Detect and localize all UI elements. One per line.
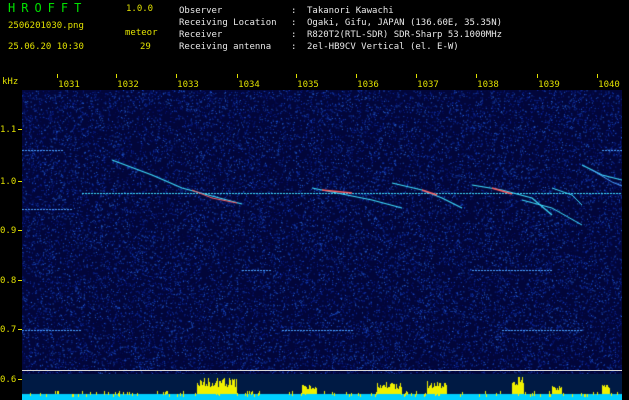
info-row-antenna: Receiving antenna:2el-HB9CV Vertical (el… bbox=[179, 42, 459, 52]
x-tick-label: 1037 bbox=[417, 80, 439, 90]
app-name: HROFFT bbox=[8, 1, 88, 15]
x-axis: 1031 1032 1033 1034 1035 1036 1037 1038 1039 1040 bbox=[22, 74, 622, 90]
y-tick-label: 0.8 bbox=[0, 276, 17, 286]
x-tick-mark bbox=[176, 74, 177, 78]
meteor-label: meteor bbox=[125, 28, 158, 38]
x-tick-mark bbox=[476, 74, 477, 78]
x-tick-mark bbox=[116, 74, 117, 78]
x-tick-label: 1038 bbox=[477, 80, 499, 90]
info-row-receiver: Receiver: R820T2(RTL-SDR) SDR-Sharp 53.10… bbox=[179, 30, 503, 40]
y-tick-label: 0.6 bbox=[0, 375, 17, 385]
x-tick-mark bbox=[416, 74, 417, 78]
x-tick-label: 1035 bbox=[297, 80, 319, 90]
x-tick-label: 1034 bbox=[238, 80, 260, 90]
reference-line bbox=[22, 370, 622, 371]
x-tick-label: 1040 bbox=[598, 80, 620, 90]
app-version: 1.0.0 bbox=[126, 4, 154, 14]
station-info: Observer: Takanori Kawachi Receiving Loca… bbox=[179, 5, 502, 53]
x-tick-mark bbox=[537, 74, 538, 78]
capture-datetime: 25.06.20 10:30 bbox=[8, 42, 84, 52]
meteor-count: 29 bbox=[140, 42, 151, 52]
info-row-observer: Observer: Takanori Kawachi bbox=[179, 6, 394, 16]
x-tick-mark bbox=[597, 74, 598, 78]
spectrogram[interactable] bbox=[22, 90, 622, 374]
y-axis-unit: kHz bbox=[2, 77, 19, 87]
activity-canvas bbox=[22, 374, 622, 400]
x-tick-label: 1032 bbox=[117, 80, 139, 90]
y-tick-label: 0.9 bbox=[0, 226, 17, 236]
x-tick-label: 1039 bbox=[538, 80, 560, 90]
file-name: 2506201030.png bbox=[8, 21, 84, 31]
y-tick-label: 1.0 bbox=[0, 177, 17, 187]
x-tick-mark bbox=[57, 74, 58, 78]
x-tick-mark bbox=[296, 74, 297, 78]
x-tick-label: 1031 bbox=[58, 80, 80, 90]
activity-strip bbox=[22, 374, 622, 400]
info-row-location: Receiving Location: Ogaki, Gifu, JAPAN (1… bbox=[179, 18, 503, 28]
x-tick-label: 1036 bbox=[357, 80, 379, 90]
y-tick-label: 0.7 bbox=[0, 325, 17, 335]
x-tick-mark bbox=[356, 74, 357, 78]
x-tick-mark bbox=[237, 74, 238, 78]
header-panel: HROFFT 1.0.0 2506201030.png meteor 25.06… bbox=[0, 0, 629, 74]
y-tick-label: 1.1 bbox=[0, 125, 17, 135]
spectrogram-canvas bbox=[22, 90, 622, 374]
x-tick-label: 1033 bbox=[177, 80, 199, 90]
